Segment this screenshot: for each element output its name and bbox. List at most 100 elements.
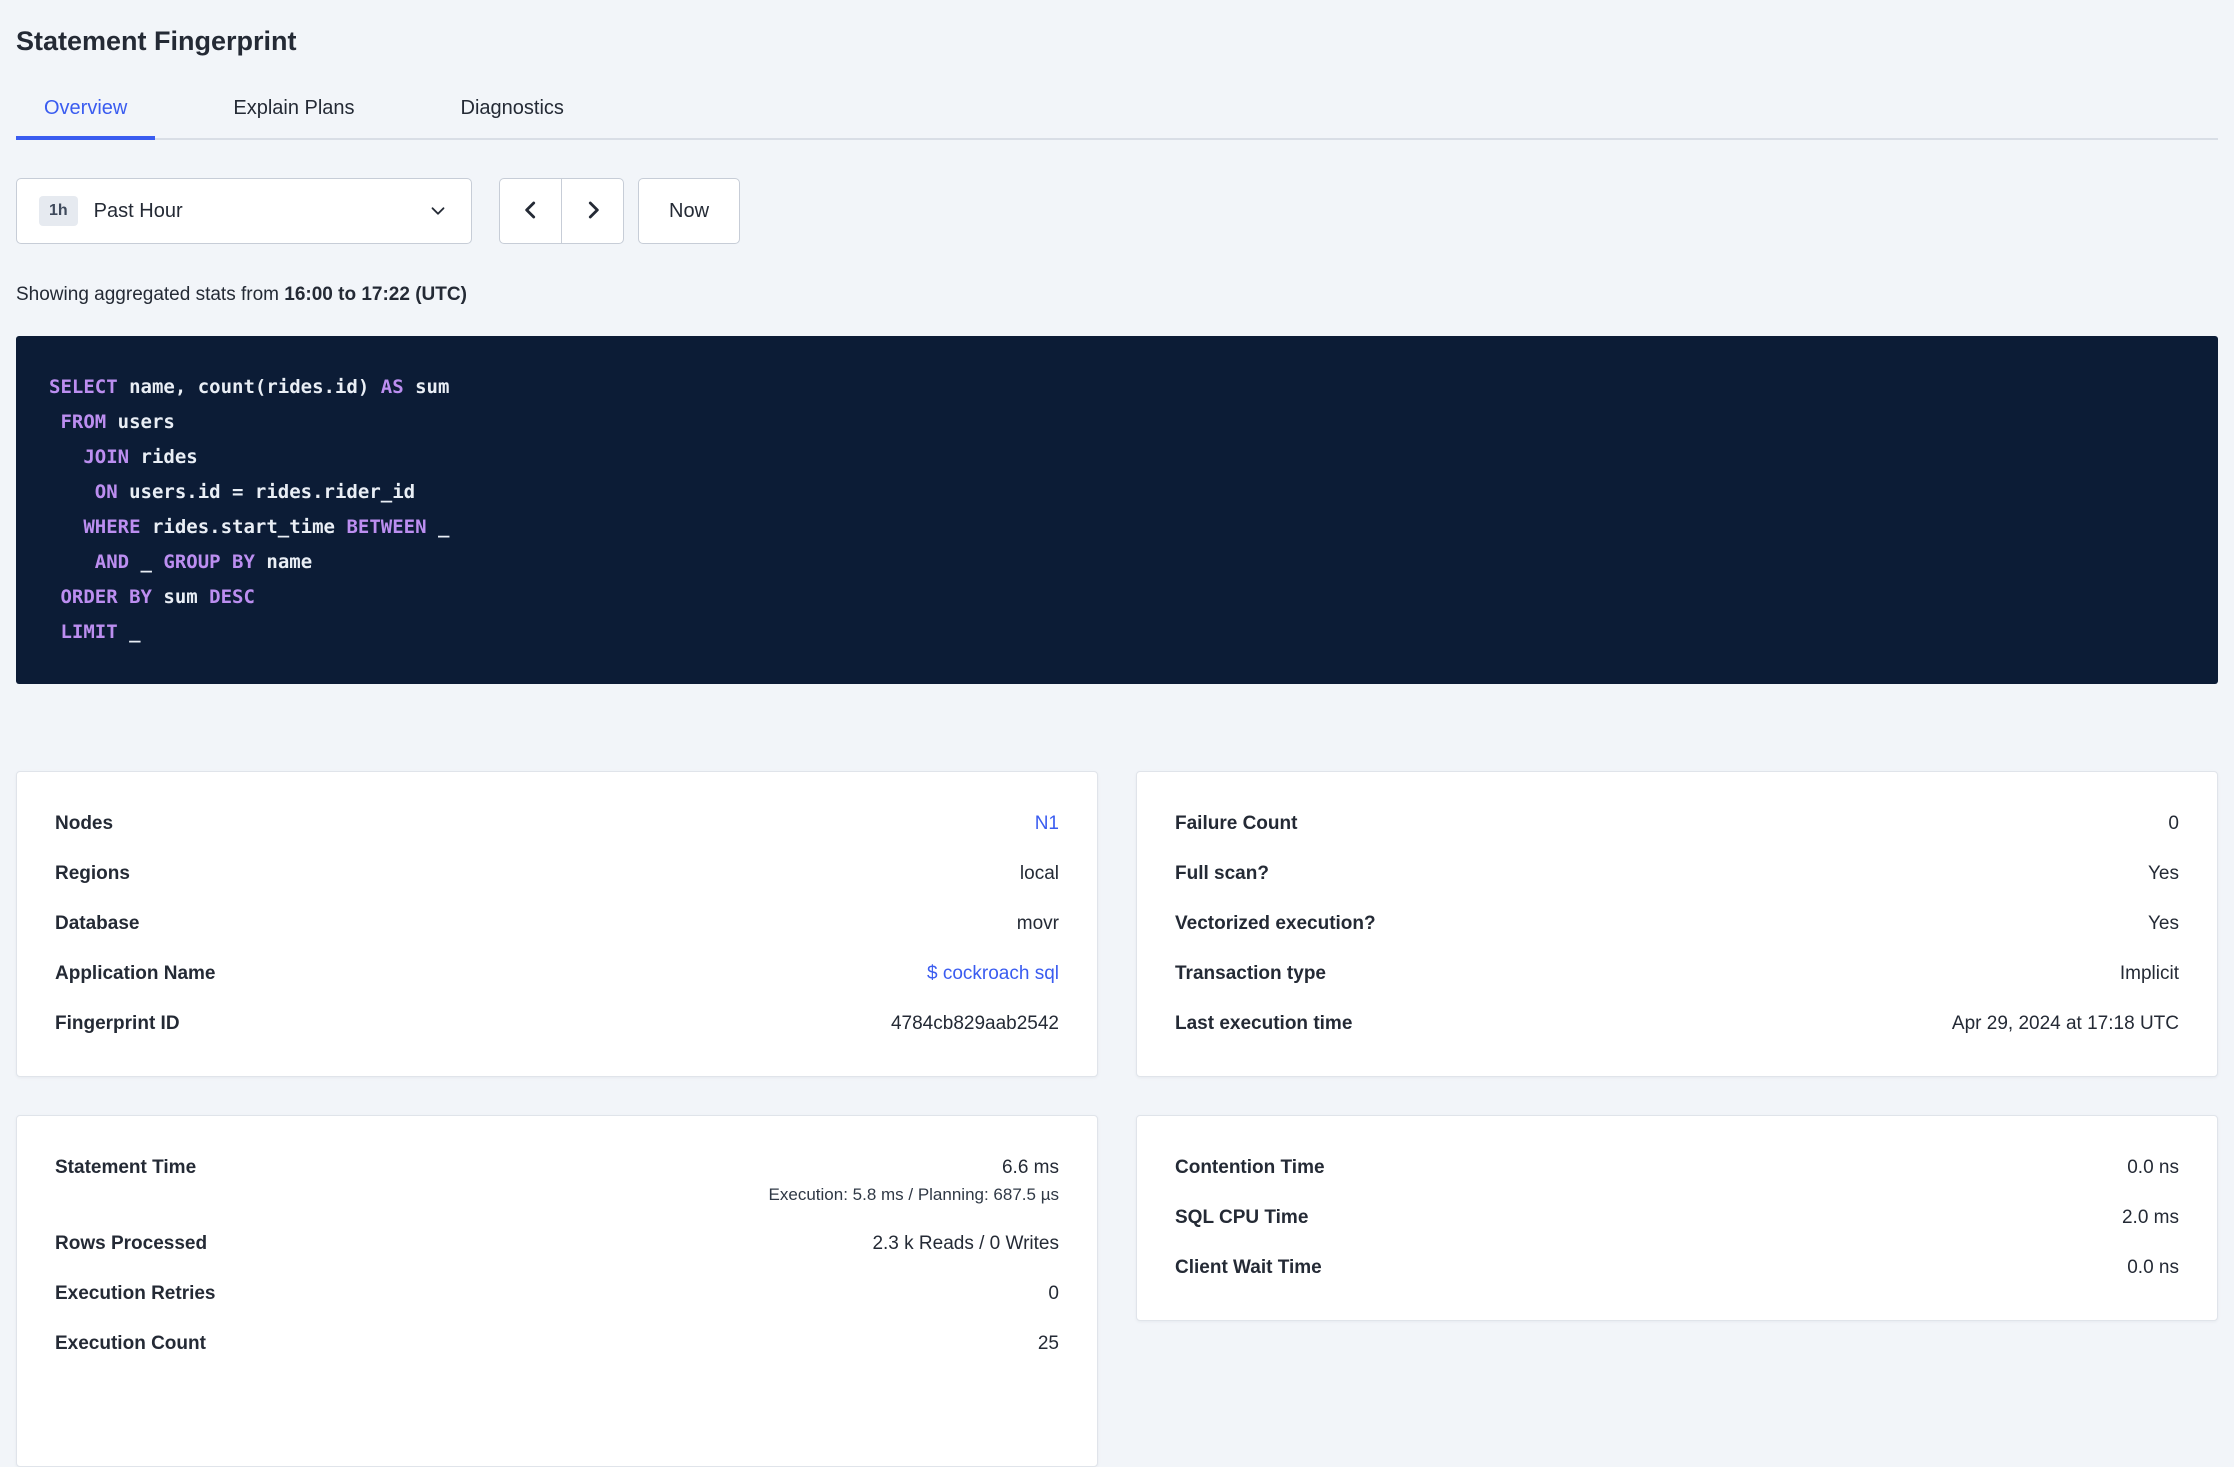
row-value: 2.0 ms	[2121, 1207, 2179, 1228]
chevron-right-icon	[580, 197, 606, 226]
row-value: Implicit	[2119, 963, 2179, 984]
sql-keyword: ORDER BY	[60, 586, 152, 608]
card-row: Statement Time 6.6 ms Execution: 5.8 ms / …	[55, 1143, 1059, 1219]
sql-line: ON users.id = rides.rider_id	[49, 475, 2185, 510]
sql-keyword: ON	[94, 481, 118, 503]
sql-text: rides	[129, 446, 198, 468]
row-value-group: 2.0 ms	[2122, 1207, 2179, 1229]
sql-text: name	[254, 551, 313, 573]
row-value-link[interactable]: $ cockroach sql	[927, 963, 1059, 984]
row-value: 0	[1048, 1283, 1059, 1304]
row-value: 4784cb829aab2542	[890, 1013, 1059, 1034]
row-value-group: Yes	[2148, 913, 2179, 935]
sql-text: sum	[403, 376, 450, 398]
sql-text: _	[129, 551, 164, 573]
execution-attributes-card: Failure Count 0 Full scan? Yes Vectorized ex…	[1136, 771, 2218, 1077]
interval-step-buttons	[499, 178, 624, 244]
row-value: 0.0 ns	[2127, 1157, 2179, 1178]
sql-line: SELECT name, count(rides.id) AS sum	[49, 370, 2185, 405]
tab-diagnostics[interactable]: Diagnostics	[433, 91, 592, 140]
card-row: Execution Retries 0	[55, 1269, 1059, 1319]
row-value-group: Yes	[2148, 863, 2179, 885]
row-value-group: $ cockroach sql	[927, 963, 1059, 985]
card-row: Failure Count 0	[1175, 799, 2179, 849]
card-row: Fingerprint ID 4784cb829aab2542	[55, 999, 1059, 1049]
row-value: movr	[1016, 913, 1059, 934]
sql-text: users	[106, 411, 175, 433]
row-label: Transaction type	[1175, 963, 1326, 984]
summary-prefix: Showing aggregated stats from	[16, 284, 285, 305]
row-value-group: movr	[1017, 913, 1059, 935]
row-value-link[interactable]: N1	[1035, 813, 1059, 834]
chevron-left-icon	[518, 197, 544, 226]
row-value-group: 6.6 ms Execution: 5.8 ms / Planning: 687.…	[769, 1157, 1059, 1205]
row-value-group: 2.3 k Reads / 0 Writes	[872, 1233, 1059, 1255]
row-value: 25	[1037, 1333, 1059, 1354]
row-label: Last execution time	[1175, 1013, 1353, 1034]
row-value-group: 0.0 ns	[2127, 1157, 2179, 1179]
sql-text: rides.start_time	[140, 516, 347, 538]
row-value: 6.6 ms	[1001, 1157, 1059, 1178]
row-label: Failure Count	[1175, 813, 1298, 834]
sql-keyword: WHERE	[83, 516, 141, 538]
summary-range: 16:00 to 17:22 (UTC)	[284, 284, 467, 305]
chevron-down-icon	[427, 200, 449, 222]
row-value-group: 0.0 ns	[2127, 1257, 2179, 1279]
sql-keyword: AS	[380, 376, 404, 398]
row-value: Yes	[2148, 913, 2179, 934]
row-label: Execution Retries	[55, 1283, 216, 1304]
sql-keyword: LIMIT	[60, 621, 118, 643]
row-value-group: 25	[1038, 1333, 1059, 1355]
card-row: Database movr	[55, 899, 1059, 949]
page-title: Statement Fingerprint	[16, 26, 297, 56]
sql-keyword: SELECT	[49, 376, 118, 398]
card-row: Application Name $ cockroach sql	[55, 949, 1059, 999]
sql-text: _	[117, 621, 141, 643]
card-row: SQL CPU Time 2.0 ms	[1175, 1193, 2179, 1243]
row-value-group: Implicit	[2120, 963, 2179, 985]
card-row: Full scan? Yes	[1175, 849, 2179, 899]
row-label: Database	[55, 913, 140, 934]
sql-text: users.id = rides.rider_id	[117, 481, 416, 503]
card-row: Rows Processed 2.3 k Reads / 0 Writes	[55, 1219, 1059, 1269]
card-row: Last execution time Apr 29, 2024 at 17:18…	[1175, 999, 2179, 1049]
sql-line: AND _ GROUP BY name	[49, 545, 2185, 580]
time-interval-dropdown[interactable]: 1h Past Hour	[16, 178, 472, 244]
statement-fingerprint-page: Statement Fingerprint Overview Explain Pl…	[0, 0, 2234, 1467]
card-row: Client Wait Time 0.0 ns	[1175, 1243, 2179, 1293]
sql-keyword: BETWEEN	[346, 516, 427, 538]
row-value: 0.0 ns	[2127, 1257, 2179, 1278]
tab-bar: Overview Explain Plans Diagnostics	[16, 91, 2218, 140]
next-interval-button[interactable]	[561, 178, 624, 244]
row-label: Rows Processed	[55, 1233, 208, 1254]
aggregated-stats-summary: Showing aggregated stats from 16:00 to 1…	[16, 284, 2218, 306]
sql-keyword: AND	[94, 551, 130, 573]
row-label: Nodes	[55, 813, 114, 834]
sql-line: FROM users	[49, 405, 2185, 440]
statement-stats-card: Statement Time 6.6 ms Execution: 5.8 ms / …	[16, 1115, 1098, 1467]
sql-line: LIMIT _	[49, 615, 2185, 650]
card-row: Contention Time 0.0 ns	[1175, 1143, 2179, 1193]
row-label: Regions	[55, 863, 130, 884]
row-value: local	[1019, 863, 1059, 884]
card-row: Nodes N1	[55, 799, 1059, 849]
card-row: Regions local	[55, 849, 1059, 899]
tab-overview[interactable]: Overview	[16, 91, 156, 140]
tab-explain-plans[interactable]: Explain Plans	[205, 91, 382, 140]
timing-card: Contention Time 0.0 ns SQL CPU Time 2.0 ms C…	[1136, 1115, 2218, 1321]
row-label: Full scan?	[1175, 863, 1269, 884]
sql-statement-box: SELECT name, count(rides.id) AS sum FROM…	[16, 336, 2218, 684]
row-value: Yes	[2148, 863, 2179, 884]
row-label: Fingerprint ID	[55, 1013, 180, 1034]
sql-keyword: JOIN	[83, 446, 130, 468]
sql-line: WHERE rides.start_time BETWEEN _	[49, 510, 2185, 545]
now-button[interactable]: Now	[638, 178, 741, 244]
sql-keyword: DESC	[209, 586, 255, 608]
sql-text: sum	[151, 586, 210, 608]
previous-interval-button[interactable]	[499, 178, 562, 244]
